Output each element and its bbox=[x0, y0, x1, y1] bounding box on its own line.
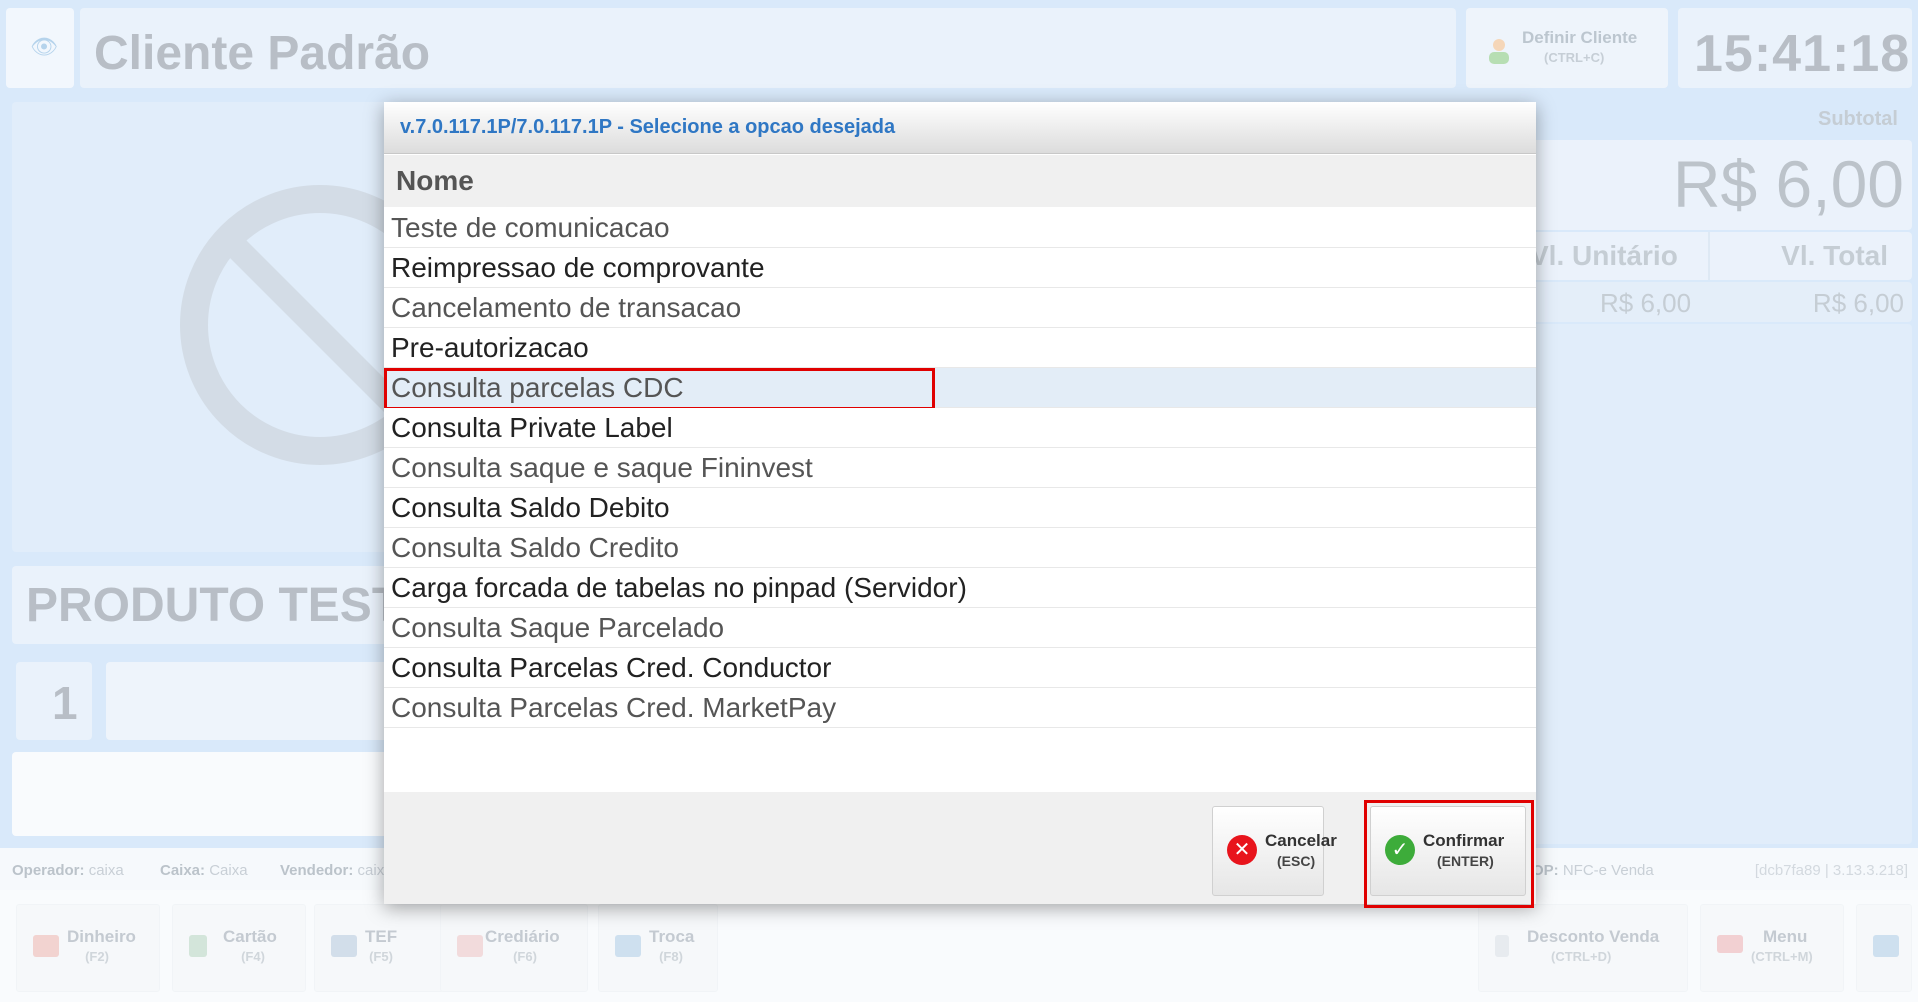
options-list: Teste de comunicacao Reimpressao de comp… bbox=[384, 208, 1536, 728]
list-item[interactable]: Pre-autorizacao bbox=[384, 328, 1536, 368]
list-item[interactable]: Consulta Saldo Credito bbox=[384, 528, 1536, 568]
cancel-label: Cancelar bbox=[1265, 831, 1337, 850]
confirm-highlight-box bbox=[1364, 800, 1534, 908]
list-item-label: Consulta Saldo Debito bbox=[391, 492, 670, 523]
list-item[interactable]: Carga forcada de tabelas no pinpad (Serv… bbox=[384, 568, 1536, 608]
list-item[interactable]: Consulta Saque Parcelado bbox=[384, 608, 1536, 648]
close-icon: ✕ bbox=[1227, 835, 1257, 865]
list-item-selected[interactable]: Consulta parcelas CDC bbox=[384, 368, 1536, 410]
cancel-button[interactable]: ✕ Cancelar (ESC) bbox=[1212, 806, 1337, 896]
list-item[interactable]: Consulta Saldo Debito bbox=[384, 488, 1536, 528]
list-item-label: Consulta Parcelas Cred. MarketPay bbox=[391, 692, 837, 723]
list-item[interactable]: Consulta Parcelas Cred. MarketPay bbox=[384, 688, 1536, 728]
list-item-label: Teste de comunicacao bbox=[391, 212, 670, 243]
list-item[interactable]: Cancelamento de transacao bbox=[384, 288, 1536, 328]
list-item[interactable]: Reimpressao de comprovante bbox=[384, 248, 1536, 288]
option-select-dialog: v.7.0.117.1P/7.0.117.1P - Selecione a op… bbox=[384, 102, 1536, 904]
selection-highlight-box bbox=[384, 368, 935, 410]
list-item-label: Consulta saque e saque Fininvest bbox=[391, 452, 813, 483]
column-header: Nome bbox=[384, 155, 1536, 207]
list-item[interactable]: Teste de comunicacao bbox=[384, 208, 1536, 248]
list-item[interactable]: Consulta Parcelas Cred. Conductor bbox=[384, 648, 1536, 688]
list-item[interactable]: Consulta saque e saque Fininvest bbox=[384, 448, 1536, 488]
list-item-label: Reimpressao de comprovante bbox=[391, 252, 765, 283]
cancel-shortcut: (ESC) bbox=[1277, 853, 1316, 869]
list-item-label: Pre-autorizacao bbox=[391, 332, 589, 363]
list-item-label: Cancelamento de transacao bbox=[391, 292, 742, 323]
list-item-label: Consulta Saque Parcelado bbox=[391, 612, 725, 643]
dialog-title: v.7.0.117.1P/7.0.117.1P - Selecione a op… bbox=[400, 116, 896, 138]
list-item-label: Consulta Parcelas Cred. Conductor bbox=[391, 652, 832, 683]
list-item-label: Consulta Private Label bbox=[391, 412, 673, 443]
list-item-label: Consulta Saldo Credito bbox=[391, 532, 679, 563]
column-header-name: Nome bbox=[396, 165, 474, 196]
dialog-title-bar: v.7.0.117.1P/7.0.117.1P - Selecione a op… bbox=[384, 102, 1536, 154]
list-item[interactable]: Consulta Private Label bbox=[384, 408, 1536, 448]
list-item-label: Carga forcada de tabelas no pinpad (Serv… bbox=[391, 572, 967, 603]
